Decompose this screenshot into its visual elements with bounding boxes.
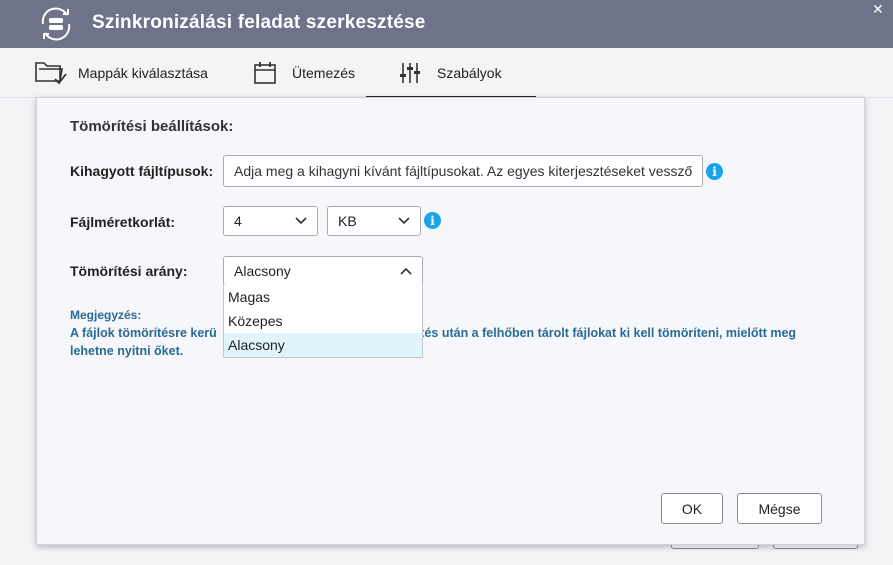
tab-label: Szabályok bbox=[437, 65, 502, 81]
note-text-start: A fájlok tömörítésre kerü bbox=[70, 326, 217, 340]
dropdown-option-high[interactable]: Magas bbox=[224, 285, 422, 309]
calendar-icon bbox=[248, 58, 282, 88]
window-title: Szinkronizálási feladat szerkesztése bbox=[92, 12, 426, 33]
info-icon[interactable]: i bbox=[706, 163, 723, 180]
size-limit-value: 4 bbox=[234, 213, 242, 229]
cancel-button[interactable]: Mégse bbox=[737, 493, 822, 524]
compression-ratio-value: Alacsony bbox=[234, 263, 291, 279]
chevron-up-icon bbox=[400, 267, 412, 275]
size-limit-label: Fájlméretkorlát: bbox=[70, 214, 176, 230]
section-title: Tömörítési beállítások: bbox=[70, 118, 234, 135]
sync-drive-icon bbox=[41, 7, 71, 41]
compression-ratio-dropdown: Magas Közepes Alacsony bbox=[223, 285, 423, 358]
info-icon[interactable]: i bbox=[424, 212, 441, 229]
tab-bar: Mappák kiválasztása Ütemezés Szabályok bbox=[0, 48, 893, 98]
dropdown-option-low[interactable]: Alacsony bbox=[224, 333, 422, 357]
tab-label: Ütemezés bbox=[292, 65, 356, 81]
dropdown-option-medium[interactable]: Közepes bbox=[224, 309, 422, 333]
close-icon[interactable]: ✕ bbox=[872, 2, 884, 16]
note-text: A fájlok tömörítésre kerü ítés után a fel… bbox=[70, 324, 830, 360]
chevron-down-icon bbox=[295, 217, 307, 225]
note-line-1: A fájlok tömörítésre kerü ítés után a fel… bbox=[70, 324, 830, 342]
tab-label: Mappák kiválasztása bbox=[78, 65, 208, 81]
skipped-types-input[interactable]: Adja meg a kihagyni kívánt fájltípusokat… bbox=[223, 155, 703, 187]
chevron-down-icon bbox=[398, 217, 410, 225]
sliders-icon bbox=[393, 58, 427, 88]
ok-button[interactable]: OK bbox=[661, 493, 723, 524]
title-bar: Szinkronizálási feladat szerkesztése ✕ bbox=[0, 0, 893, 48]
size-limit-select[interactable]: 4 bbox=[223, 206, 318, 236]
tab-folder-selection[interactable]: Mappák kiválasztása bbox=[34, 48, 208, 98]
folder-check-icon bbox=[34, 58, 68, 88]
tab-rules[interactable]: Szabályok bbox=[366, 48, 536, 98]
tab-schedule[interactable]: Ütemezés bbox=[248, 48, 355, 98]
skipped-types-label: Kihagyott fájltípusok: bbox=[70, 163, 214, 179]
note-title: Megjegyzés: bbox=[70, 308, 142, 322]
note-text-end: ítés után a felhőben tárolt fájlokat ki … bbox=[416, 326, 797, 340]
compression-ratio-select[interactable]: Alacsony bbox=[223, 256, 423, 286]
compression-ratio-label: Tömörítési arány: bbox=[70, 263, 188, 279]
note-line-2: lehetne nyitni őket. bbox=[70, 344, 184, 358]
size-unit-value: KB bbox=[338, 213, 357, 229]
size-unit-select[interactable]: KB bbox=[327, 206, 421, 236]
